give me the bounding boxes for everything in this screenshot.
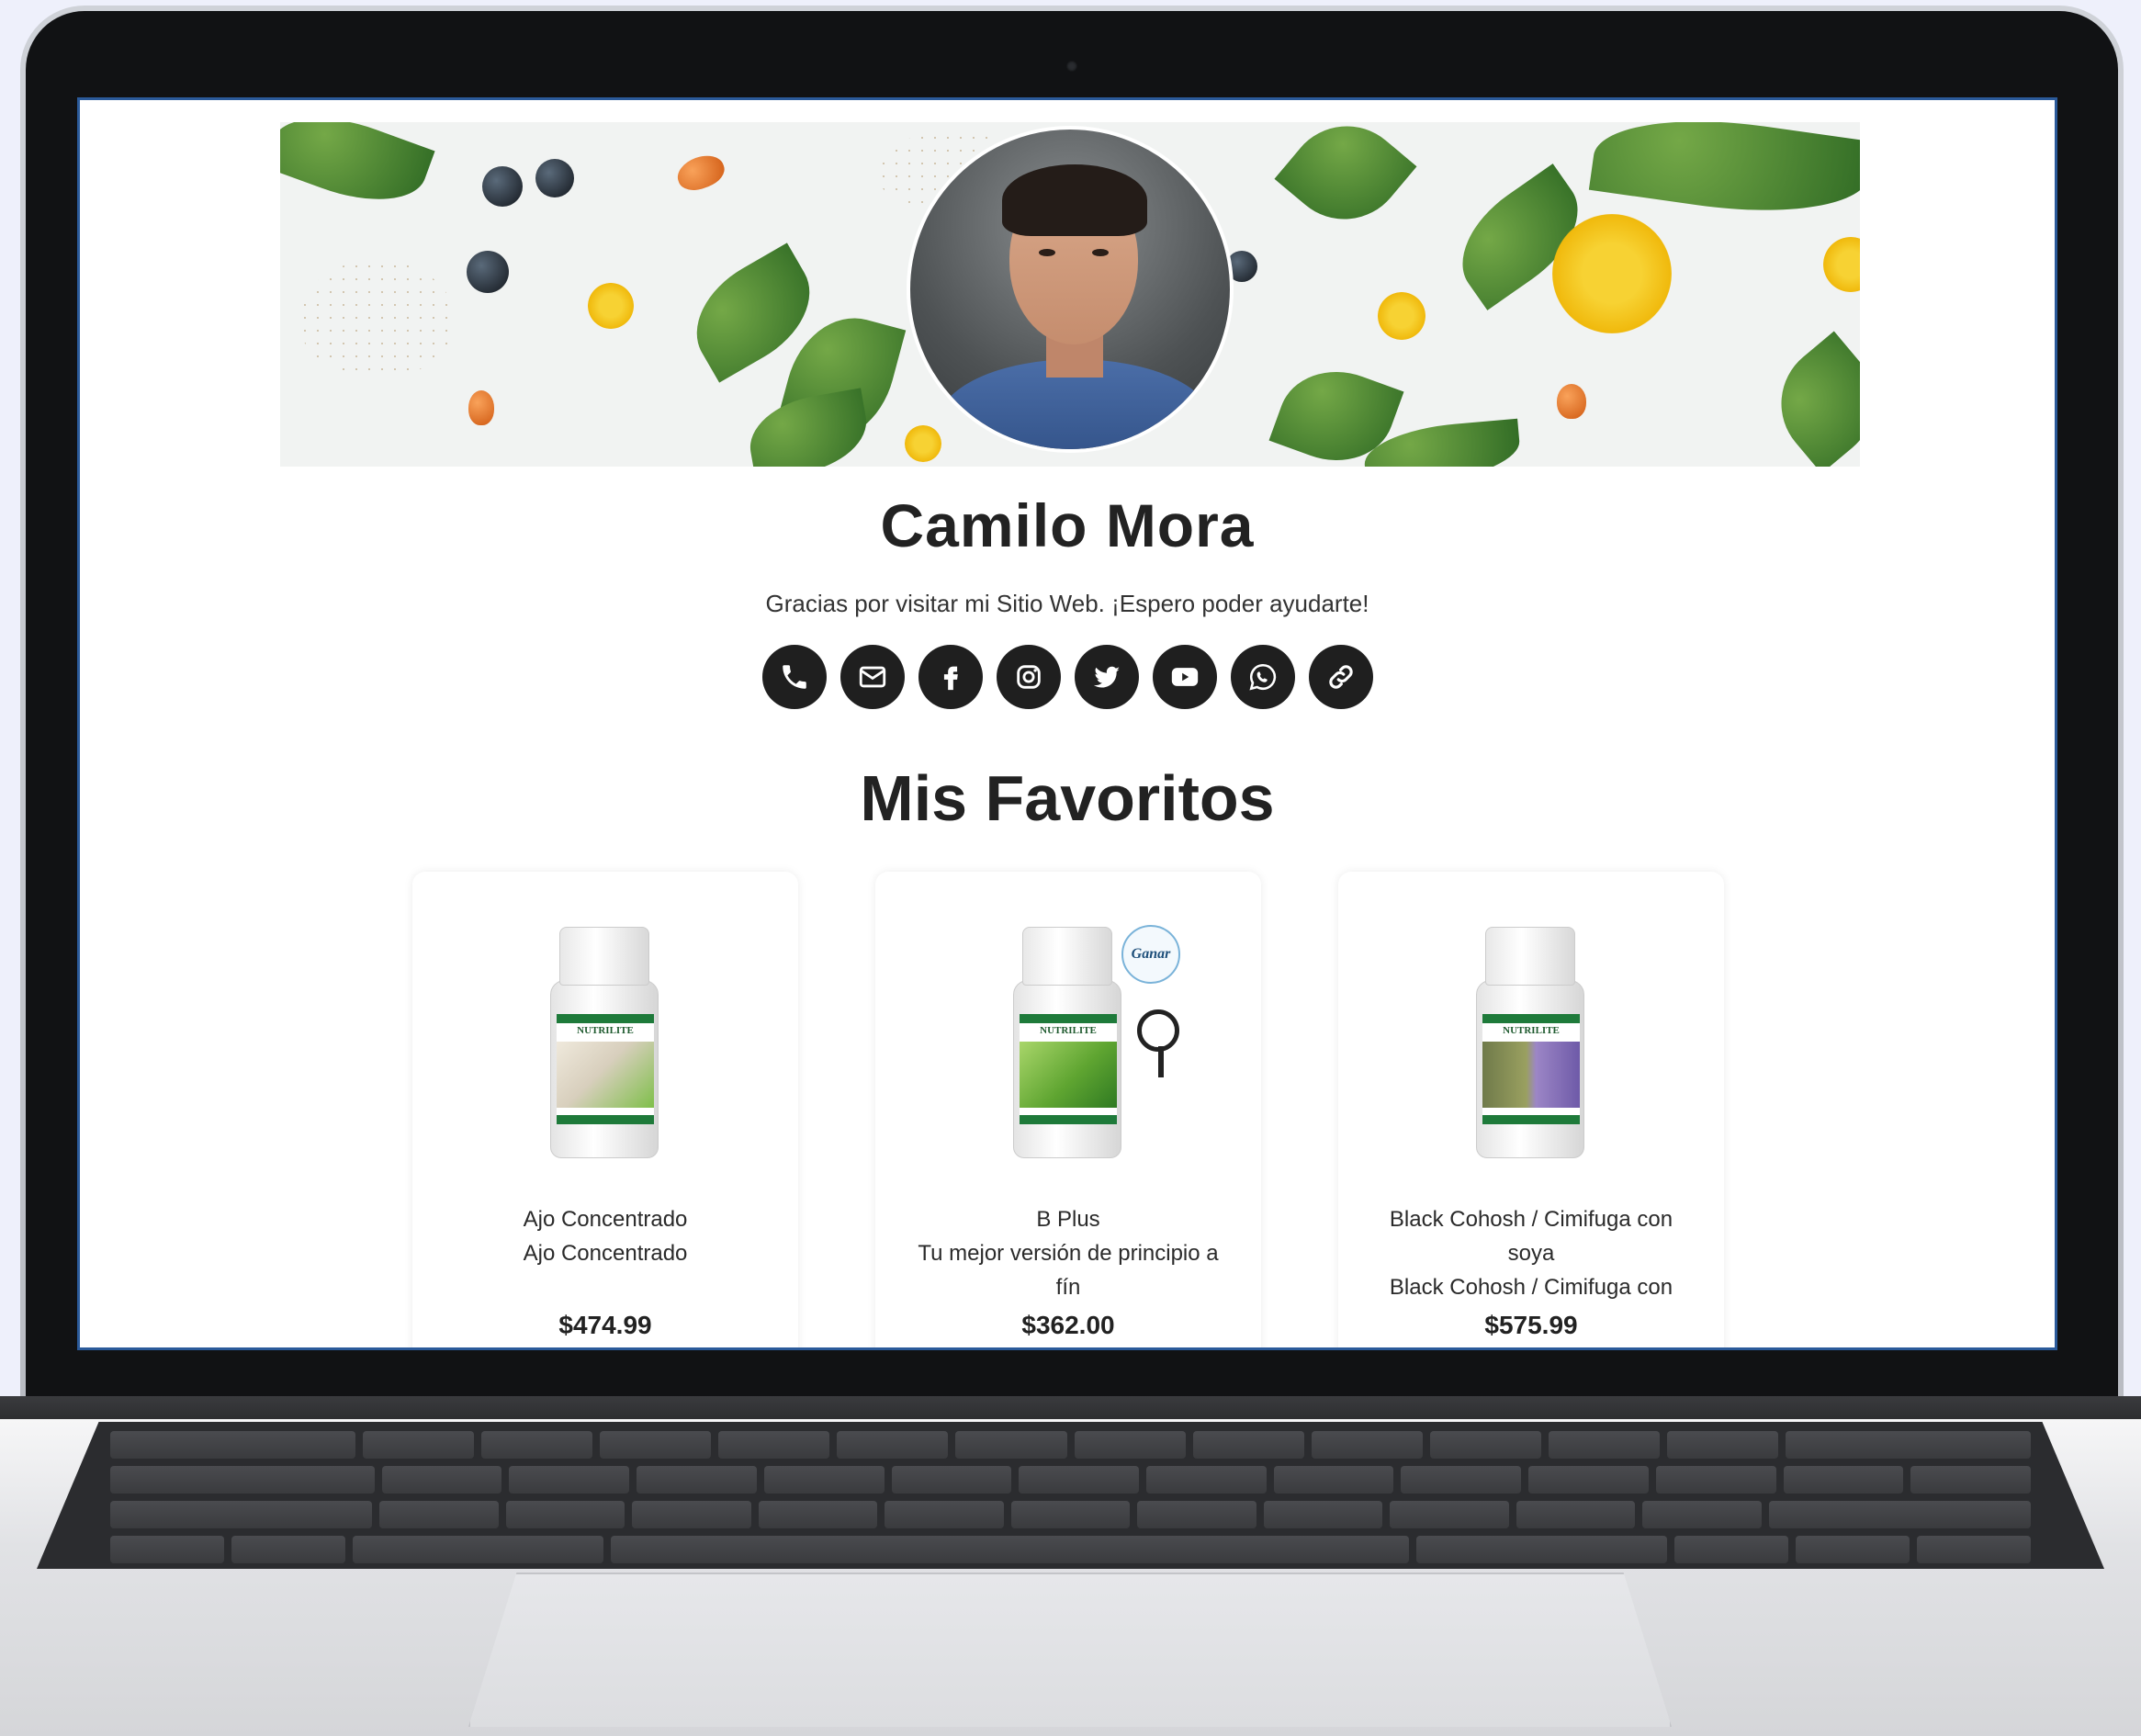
trackpad	[468, 1573, 1672, 1727]
link-icon	[1328, 665, 1353, 689]
product-card[interactable]: NUTRILITE Ajo Concentrado Ajo Concentrad…	[412, 872, 798, 1347]
product-card[interactable]: NUTRILITE Ganar B Plus Tu mejor versión …	[875, 872, 1261, 1347]
phone-button[interactable]	[761, 645, 827, 709]
product-description: Ajo Concentrado	[523, 1241, 688, 1266]
keyboard	[37, 1422, 2104, 1569]
product-info: Ajo Concentrado Ajo Concentrado	[440, 1202, 771, 1305]
twitter-icon	[1093, 666, 1120, 688]
whatsapp-button[interactable]	[1230, 645, 1295, 709]
product-info: B Plus Tu mejor versión de principio a f…	[903, 1202, 1234, 1305]
social-links	[80, 645, 2055, 709]
product-image: NUTRILITE	[1013, 927, 1121, 1158]
product-price: $474.99	[558, 1311, 652, 1339]
product-description: Tu mejor versión de principio a fín	[918, 1241, 1219, 1300]
facebook-icon	[943, 666, 958, 691]
product-price: $575.99	[1484, 1311, 1578, 1339]
product-price: $362.00	[1021, 1311, 1115, 1339]
phone-icon	[782, 665, 806, 689]
youtube-button[interactable]	[1152, 645, 1217, 709]
product-name: Black Cohosh / Cimifuga con soya	[1389, 1207, 1673, 1266]
browser-screen: Camilo Mora Gracias por visitar mi Sitio…	[77, 97, 2057, 1350]
product-image: NUTRILITE	[550, 927, 659, 1158]
product-name: Ajo Concentrado	[523, 1207, 688, 1232]
product-list: NUTRILITE Ajo Concentrado Ajo Concentrad…	[412, 872, 1726, 1347]
camera-icon	[1066, 61, 1077, 72]
product-name: B Plus	[1036, 1207, 1100, 1232]
product-card[interactable]: NUTRILITE Black Cohosh / Cimifuga con so…	[1338, 872, 1724, 1347]
product-info: Black Cohosh / Cimifuga con soya Black C…	[1366, 1202, 1696, 1305]
link-button[interactable]	[1308, 645, 1373, 709]
youtube-icon	[1171, 668, 1198, 686]
magnifier-handle	[1158, 1046, 1164, 1077]
facebook-button[interactable]	[918, 645, 983, 709]
email-button[interactable]	[839, 645, 905, 709]
ganar-badge: Ganar	[1121, 925, 1180, 984]
favorites-title: Mis Favoritos	[860, 762, 1275, 834]
profile-greeting: Gracias por visitar mi Sitio Web. ¡Esper…	[765, 590, 1369, 617]
twitter-button[interactable]	[1074, 645, 1139, 709]
whatsapp-icon	[1248, 663, 1276, 691]
product-image: NUTRILITE	[1476, 927, 1584, 1158]
mail-icon	[859, 666, 885, 688]
profile-name: Camilo Mora	[880, 491, 1255, 559]
instagram-button[interactable]	[996, 645, 1061, 709]
instagram-icon	[1016, 665, 1041, 689]
product-description: Black Cohosh / Cimifuga con	[1389, 1275, 1673, 1300]
profile-avatar	[907, 126, 1234, 453]
